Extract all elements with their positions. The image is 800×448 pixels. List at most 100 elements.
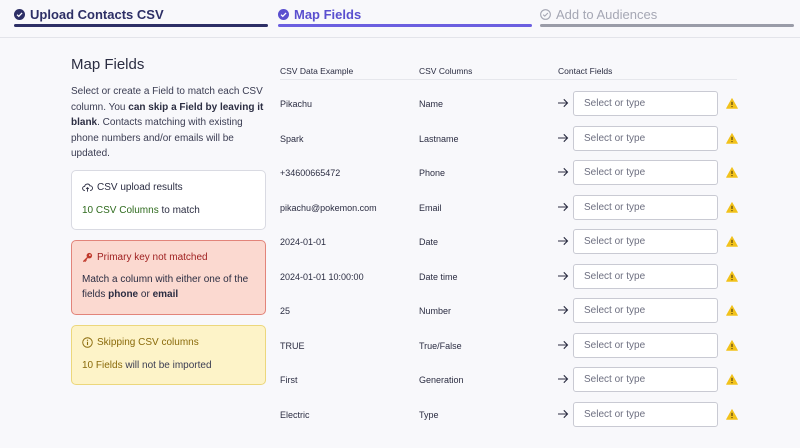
- skipping-columns-card: Skipping CSV columns 10 Fields will not …: [71, 325, 266, 385]
- mapping-row: Pikachu Name: [280, 91, 750, 117]
- check-circle-icon: [278, 8, 289, 20]
- csv-column-name: Type: [419, 409, 439, 420]
- mapping-table-header: CSV Data Example CSV Columns Contact Fie…: [280, 66, 737, 80]
- contact-field-select[interactable]: [573, 332, 718, 358]
- csv-data-example: pikachu@pokemon.com: [280, 202, 377, 213]
- header-csv-data-example: CSV Data Example: [280, 66, 354, 76]
- csv-data-example: 2024-01-01: [280, 237, 327, 247]
- warning-icon: [726, 236, 738, 247]
- header-contact-fields: Contact Fields: [558, 66, 613, 76]
- csv-data-example: First: [280, 375, 298, 385]
- card-title-text: Primary key not matched: [97, 252, 208, 263]
- csv-columns-count: 10 CSV Columns: [82, 205, 159, 216]
- card-title: CSV upload results: [82, 182, 255, 193]
- csv-column-name: Email: [419, 202, 442, 213]
- csv-column-name: True/False: [419, 340, 462, 351]
- contact-field-select[interactable]: [573, 401, 718, 427]
- csv-data-example: Spark: [280, 133, 304, 144]
- warning-icon: [726, 98, 738, 109]
- mapping-row: First Generation: [280, 367, 750, 393]
- step-progress-bar: [278, 24, 532, 27]
- skipped-fields-count: 10 Fields: [82, 360, 123, 371]
- card-title-text: Skipping CSV columns: [97, 337, 199, 348]
- csv-column-name: Name: [419, 99, 444, 109]
- warning-icon: [726, 201, 738, 213]
- contact-field-select[interactable]: [573, 367, 718, 392]
- csv-column-name: Date: [419, 237, 439, 247]
- step-label: Map Fields: [294, 6, 362, 22]
- warning-icon: [726, 270, 738, 282]
- arrow-right-icon: [558, 236, 569, 246]
- card-body: Match a column with either one of the fi…: [82, 272, 255, 302]
- csv-column-name: Phone: [419, 168, 446, 178]
- step-progress-bar: [540, 24, 794, 27]
- step-label: Upload Contacts CSV: [30, 6, 164, 22]
- arrow-right-icon: [558, 167, 569, 177]
- card-title-text: CSV upload results: [97, 182, 183, 193]
- key-icon: [82, 252, 93, 263]
- contact-field-select[interactable]: [573, 91, 718, 116]
- card-body: 10 CSV Columns to match: [82, 205, 255, 216]
- info-circle-icon: [82, 337, 93, 348]
- mapping-row: Spark Lastname: [280, 125, 750, 152]
- header-csv-columns: CSV Columns: [419, 66, 473, 76]
- contact-field-select[interactable]: [573, 298, 718, 323]
- contact-field-select[interactable]: [573, 160, 718, 185]
- contact-field-select[interactable]: [573, 194, 718, 220]
- arrow-right-icon: [558, 98, 569, 108]
- step-label: Add to Audiences: [556, 6, 658, 22]
- mapping-row: 2024-01-01 Date: [280, 229, 750, 255]
- csv-data-example: 25: [280, 306, 291, 316]
- field-phone: phone: [108, 289, 139, 300]
- arrow-right-icon: [558, 133, 569, 142]
- card-body-text: to match: [158, 205, 200, 216]
- mapping-row: +34600665472 Phone: [280, 160, 750, 186]
- csv-upload-results-card: CSV upload results 10 CSV Columns to mat…: [71, 170, 266, 230]
- instructions-text: Select or create a Field to match each C…: [71, 84, 267, 162]
- warning-icon: [726, 305, 738, 316]
- mapping-row: pikachu@pokemon.com Email: [280, 194, 750, 221]
- csv-column-name: Date time: [419, 271, 458, 282]
- warning-icon: [726, 132, 738, 144]
- primary-key-warning-card: Primary key not matched Match a column w…: [71, 240, 266, 315]
- csv-data-example: Pikachu: [280, 99, 313, 109]
- card-body: 10 Fields will not be imported: [82, 360, 255, 371]
- contact-field-select[interactable]: [573, 263, 718, 289]
- mapping-row: TRUE True/False: [280, 332, 750, 359]
- cloud-upload-icon: [82, 183, 93, 192]
- csv-data-example: +34600665472: [280, 168, 341, 178]
- check-circle-outline-icon: [540, 8, 551, 20]
- card-title: Primary key not matched: [82, 252, 255, 263]
- warning-icon: [726, 167, 738, 178]
- instructions-text-part: . Contacts matching with existing phone …: [71, 117, 243, 159]
- warning-icon: [726, 408, 738, 420]
- arrow-right-icon: [558, 340, 569, 349]
- field-email: email: [152, 289, 179, 300]
- card-title: Skipping CSV columns: [82, 337, 255, 348]
- arrow-right-icon: [558, 202, 569, 211]
- csv-data-example: TRUE: [280, 340, 305, 351]
- csv-data-example: 2024-01-01 10:00:00: [280, 271, 364, 282]
- card-body-text: will not be imported: [122, 360, 212, 371]
- arrow-right-icon: [558, 374, 569, 384]
- instructions-panel: Map Fields Select or create a Field to m…: [71, 56, 267, 162]
- arrow-right-icon: [558, 305, 569, 315]
- arrow-right-icon: [558, 409, 569, 418]
- csv-data-example: Electric: [280, 409, 310, 420]
- csv-column-name: Number: [419, 306, 452, 316]
- warning-icon: [726, 374, 738, 385]
- card-body-text: or: [138, 289, 153, 300]
- warning-icon: [726, 339, 738, 351]
- step-progress-bar: [14, 24, 268, 27]
- arrow-right-icon: [558, 271, 569, 280]
- csv-column-name: Lastname: [419, 133, 459, 144]
- csv-column-name: Generation: [419, 375, 464, 385]
- mapping-row: Electric Type: [280, 401, 750, 428]
- mapping-row: 2024-01-01 10:00:00 Date time: [280, 263, 750, 290]
- stepper: Upload Contacts CSV Map Fields Add to Au…: [0, 0, 800, 38]
- mapping-row: 25 Number: [280, 298, 750, 324]
- check-circle-icon: [14, 8, 25, 20]
- page-title: Map Fields: [71, 56, 145, 73]
- contact-field-select[interactable]: [573, 229, 718, 254]
- contact-field-select[interactable]: [573, 125, 718, 151]
